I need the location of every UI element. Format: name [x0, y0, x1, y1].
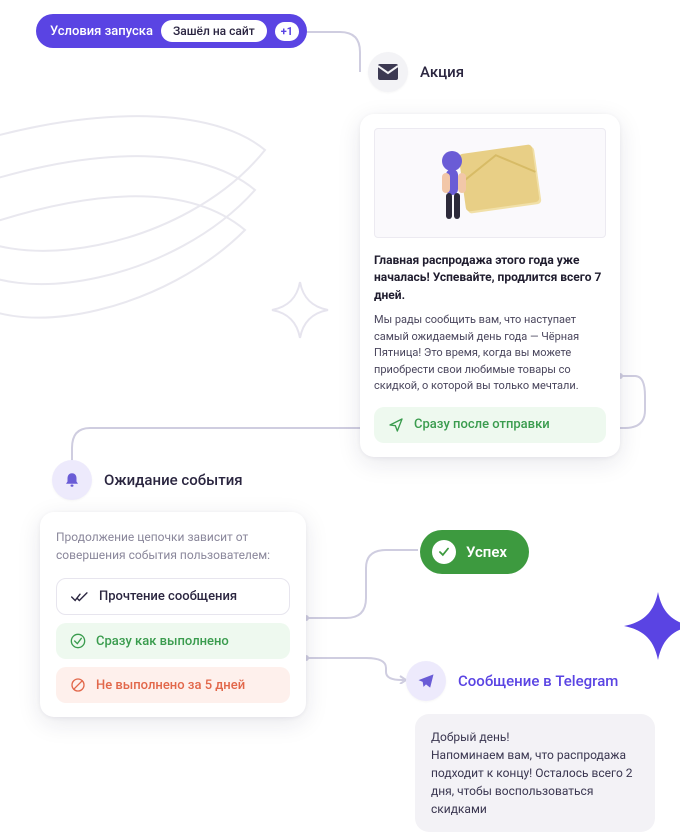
connector-wait-to-telegram: [306, 654, 416, 684]
decorative-swoosh: [0, 110, 275, 390]
trigger-label: Условия запуска: [50, 24, 153, 39]
telegram-card: Добрый день! Напоминаем вам, что распрод…: [415, 714, 655, 832]
trigger-plus-badge[interactable]: +1: [275, 22, 299, 41]
check-icon: [432, 540, 456, 564]
telegram-title-label: Сообщение в Telegram: [458, 672, 618, 690]
success-pill[interactable]: Успех: [420, 530, 529, 574]
send-icon: [388, 417, 404, 433]
wait-row-fail[interactable]: Не выполнено за 5 дней: [56, 667, 290, 703]
promo-card: Главная распродажа этого года уже начала…: [360, 114, 620, 457]
telegram-header: Сообщение в Telegram: [406, 661, 618, 701]
check-circle-icon: [70, 633, 86, 649]
wait-title-label: Ожидание события: [104, 471, 243, 489]
double-check-icon: [71, 591, 89, 603]
wait-row-read[interactable]: Прочтение сообщения: [56, 578, 290, 615]
promo-title-label: Акция: [420, 63, 464, 81]
trigger-chip[interactable]: Зашёл на сайт: [161, 20, 267, 42]
wait-card: Продолжение цепочки зависит от совершени…: [40, 512, 306, 717]
telegram-body: Напоминаем вам, что распродажа подходит …: [431, 746, 639, 818]
promo-card-body: Мы рады сообщить вам, что наступает самы…: [374, 312, 606, 395]
wait-row-fail-label: Не выполнено за 5 дней: [96, 678, 245, 693]
wait-description: Продолжение цепочки зависит от совершени…: [56, 528, 290, 564]
success-label: Успех: [466, 543, 507, 561]
telegram-icon: [406, 661, 446, 701]
promo-action-label: Сразу после отправки: [414, 417, 550, 432]
bell-icon: [52, 460, 92, 500]
promo-card-title: Главная распродажа этого года уже начала…: [374, 252, 606, 304]
wait-row-read-label: Прочтение сообщения: [99, 589, 237, 604]
wait-row-done-label: Сразу как выполнено: [96, 634, 229, 649]
promo-header: Акция: [368, 52, 464, 92]
sparkle-solid-icon: [622, 590, 680, 662]
promo-action-row[interactable]: Сразу после отправки: [374, 407, 606, 443]
wait-header: Ожидание события: [52, 460, 243, 500]
sparkle-outline-icon: [270, 280, 330, 340]
connector-wait-to-success: [306, 548, 426, 628]
envelope-icon: [368, 52, 408, 92]
promo-illustration: [374, 128, 606, 238]
trigger-pill[interactable]: Условия запуска Зашёл на сайт +1: [36, 14, 307, 48]
wait-row-done[interactable]: Сразу как выполнено: [56, 623, 290, 659]
prohibited-icon: [70, 677, 86, 693]
telegram-greeting: Добрый день!: [431, 728, 639, 746]
